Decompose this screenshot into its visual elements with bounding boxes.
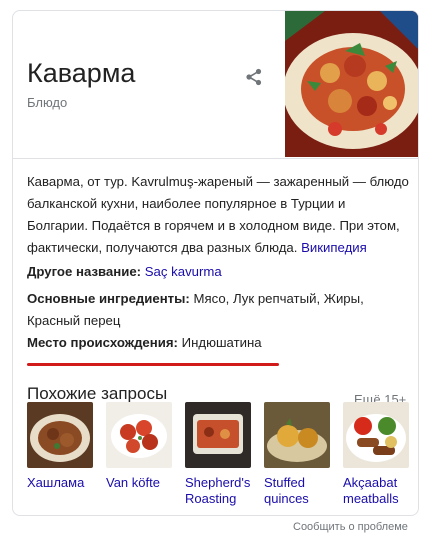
- related-item[interactable]: Van köfte: [106, 402, 172, 491]
- fact-value-link[interactable]: Saç kavurma: [145, 264, 222, 279]
- related-item-label: Stuffed quinces: [264, 475, 309, 506]
- report-problem-link[interactable]: Сообщить о проблеме: [293, 521, 408, 533]
- fact-origin: Место происхождения: Индюшатина: [27, 332, 409, 354]
- entity-description: Каварма, от тур. Kavrulmuş-жареный — заж…: [27, 171, 409, 259]
- related-item-label: Van köfte: [106, 475, 160, 490]
- fact-label: Другое название:: [27, 264, 142, 279]
- entity-title: Каварма: [27, 58, 136, 88]
- fact-value: Индюшатина: [181, 335, 262, 350]
- fact-ingredients: Основные ингредиенты: Мясо, Лук репчатый…: [27, 288, 409, 332]
- fact-label: Место происхождения:: [27, 335, 178, 350]
- related-item-label: Akçaabat meatballs: [343, 475, 399, 506]
- related-item[interactable]: Shepherd's Roasting: [185, 402, 251, 507]
- related-item[interactable]: Хашлама: [27, 402, 93, 491]
- fact-label: Основные ингредиенты:: [27, 291, 190, 306]
- share-icon[interactable]: [244, 67, 264, 87]
- related-thumbnail: [185, 402, 251, 468]
- fact-other-name: Другое название: Saç kavurma: [27, 261, 409, 283]
- related-item-label: Shepherd's Roasting: [185, 475, 251, 506]
- entity-subtitle: Блюдо: [27, 95, 68, 110]
- wikipedia-link[interactable]: Википедия: [301, 240, 367, 255]
- related-thumbnail: [343, 402, 409, 468]
- dish-photo[interactable]: [285, 11, 418, 157]
- related-thumbnail: [264, 402, 330, 468]
- related-item[interactable]: Akçaabat meatballs: [343, 402, 409, 507]
- knowledge-panel: Каварма Блюдо Каварма, от тур. Kavrulmuş…: [12, 10, 419, 516]
- panel-header: Каварма Блюдо: [13, 11, 418, 159]
- related-searches-title: Похожие запросы: [27, 384, 168, 403]
- header-divider: [13, 158, 418, 159]
- related-item[interactable]: Stuffed quinces: [264, 402, 330, 507]
- related-thumbnail: [27, 402, 93, 468]
- annotation-underline: [27, 363, 279, 366]
- related-thumbnail: [106, 402, 172, 468]
- related-item-label: Хашлама: [27, 475, 85, 490]
